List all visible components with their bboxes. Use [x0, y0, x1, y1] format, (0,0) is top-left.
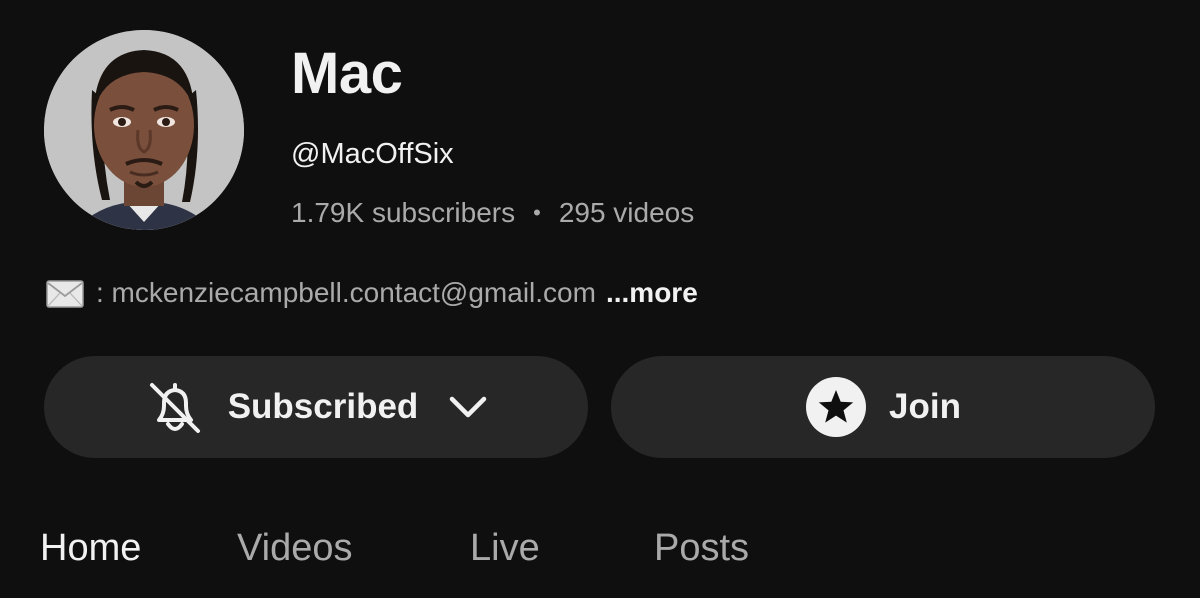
subscriber-count: 1.79K subscribers — [291, 197, 516, 228]
channel-description[interactable]: : mckenziecampbell.contact@gmail.com ...… — [46, 273, 698, 313]
subscribed-label: Subscribed — [227, 387, 419, 426]
channel-handle: @MacOffSix — [291, 138, 454, 170]
tab-home[interactable]: Home — [40, 520, 237, 576]
description-text: : mckenziecampbell.contact@gmail.com — [96, 277, 596, 308]
avatar-image — [44, 30, 244, 230]
subscribed-button[interactable]: Subscribed — [44, 356, 588, 458]
star-badge-icon — [805, 376, 867, 438]
join-label: Join — [889, 387, 961, 426]
join-button[interactable]: Join — [611, 356, 1155, 458]
channel-avatar[interactable] — [44, 30, 244, 230]
tab-videos[interactable]: Videos — [237, 520, 470, 576]
bell-off-icon — [144, 376, 206, 438]
channel-stats: 1.79K subscribers • 295 videos — [291, 193, 694, 233]
stats-separator: • — [533, 200, 541, 225]
chevron-down-icon — [448, 395, 488, 419]
channel-tabs: Home Videos Live Posts — [40, 520, 749, 576]
channel-name: Mac — [291, 41, 403, 106]
tab-live[interactable]: Live — [470, 520, 654, 576]
envelope-icon — [46, 279, 84, 308]
tab-posts[interactable]: Posts — [654, 520, 749, 576]
more-link[interactable]: ...more — [606, 273, 698, 313]
video-count: 295 videos — [558, 197, 695, 228]
